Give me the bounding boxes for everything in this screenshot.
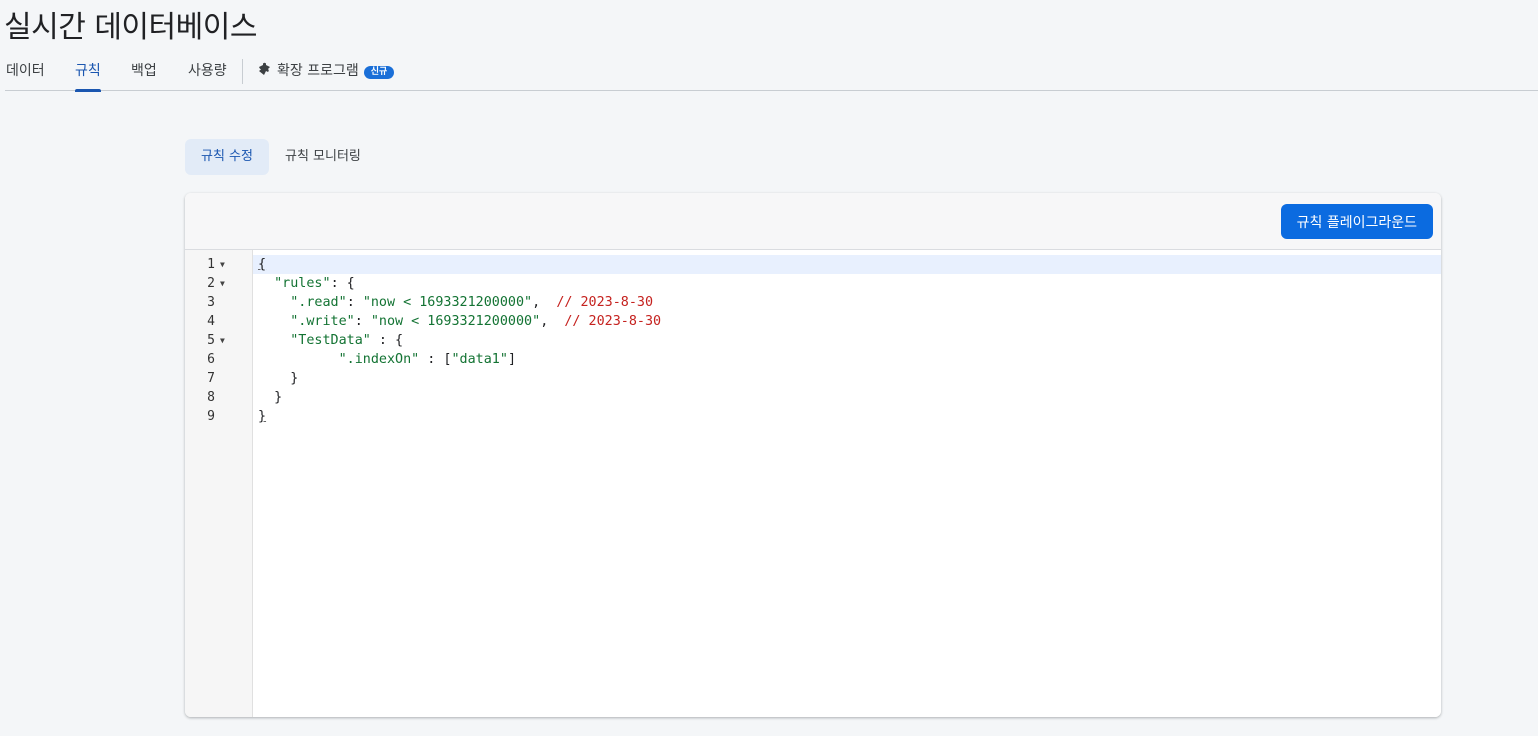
subtab-rules-monitoring[interactable]: 규칙 모니터링 (269, 139, 377, 175)
gutter-line[interactable]: 1 ▼ (185, 255, 253, 274)
fold-arrow-icon[interactable]: ▼ (220, 255, 225, 274)
code-editor[interactable]: { "rules": { ".read": "now < 16933212000… (253, 250, 1441, 717)
nav-divider (242, 59, 243, 84)
gutter-line: 7 (207, 371, 215, 386)
code-line[interactable]: ".indexOn" : ["data1"] (258, 350, 1441, 369)
rules-editor-card: 규칙 플레이그라운드 1 ▼ 2 ▼ 3 4 5 ▼ 6 7 8 9 { "rules… (185, 193, 1441, 717)
code-line[interactable]: } (258, 407, 1441, 426)
line-number-gutter: 1 ▼ 2 ▼ 3 4 5 ▼ 6 7 8 9 (185, 250, 253, 717)
tab-data[interactable]: 데이터 (6, 52, 45, 91)
editor-toolbar: 규칙 플레이그라운드 (185, 193, 1441, 250)
code-line[interactable]: ".read": "now < 1693321200000", // 2023-… (258, 293, 1441, 312)
tab-usage[interactable]: 사용량 (188, 52, 227, 91)
code-line[interactable]: } (258, 388, 1441, 407)
gutter-line: 3 (207, 295, 215, 310)
extensions-label: 확장 프로그램 (277, 63, 359, 79)
code-line[interactable]: "rules": { (258, 274, 1441, 293)
rules-playground-button[interactable]: 규칙 플레이그라운드 (1280, 204, 1433, 239)
gutter-line: 6 (207, 352, 215, 367)
code-line[interactable]: { (253, 255, 1441, 274)
tab-rules[interactable]: 규칙 (75, 52, 101, 92)
code-line[interactable]: ".write": "now < 1693321200000", // 2023… (258, 312, 1441, 331)
gutter-line: 8 (207, 390, 215, 405)
subtab-edit-rules[interactable]: 규칙 수정 (185, 139, 269, 175)
code-line[interactable]: } (258, 369, 1441, 388)
extension-icon (258, 54, 273, 75)
fold-arrow-icon[interactable]: ▼ (220, 331, 225, 350)
page-title: 실시간 데이터베이스 (4, 10, 257, 45)
gutter-line[interactable]: 5 ▼ (185, 331, 253, 350)
tab-extensions[interactable]: 확장 프로그램 신규 (258, 52, 395, 91)
fold-arrow-icon[interactable]: ▼ (220, 274, 225, 293)
code-line[interactable]: "TestData" : { (258, 331, 1441, 350)
gutter-line: 4 (207, 314, 215, 329)
gutter-line[interactable]: 2 ▼ (185, 274, 253, 293)
top-nav: 데이터 규칙 백업 사용량 확장 프로그램 신규 (5, 52, 1538, 92)
gutter-line: 9 (207, 409, 215, 424)
tab-backups[interactable]: 백업 (131, 52, 157, 91)
new-badge: 신규 (363, 66, 395, 79)
